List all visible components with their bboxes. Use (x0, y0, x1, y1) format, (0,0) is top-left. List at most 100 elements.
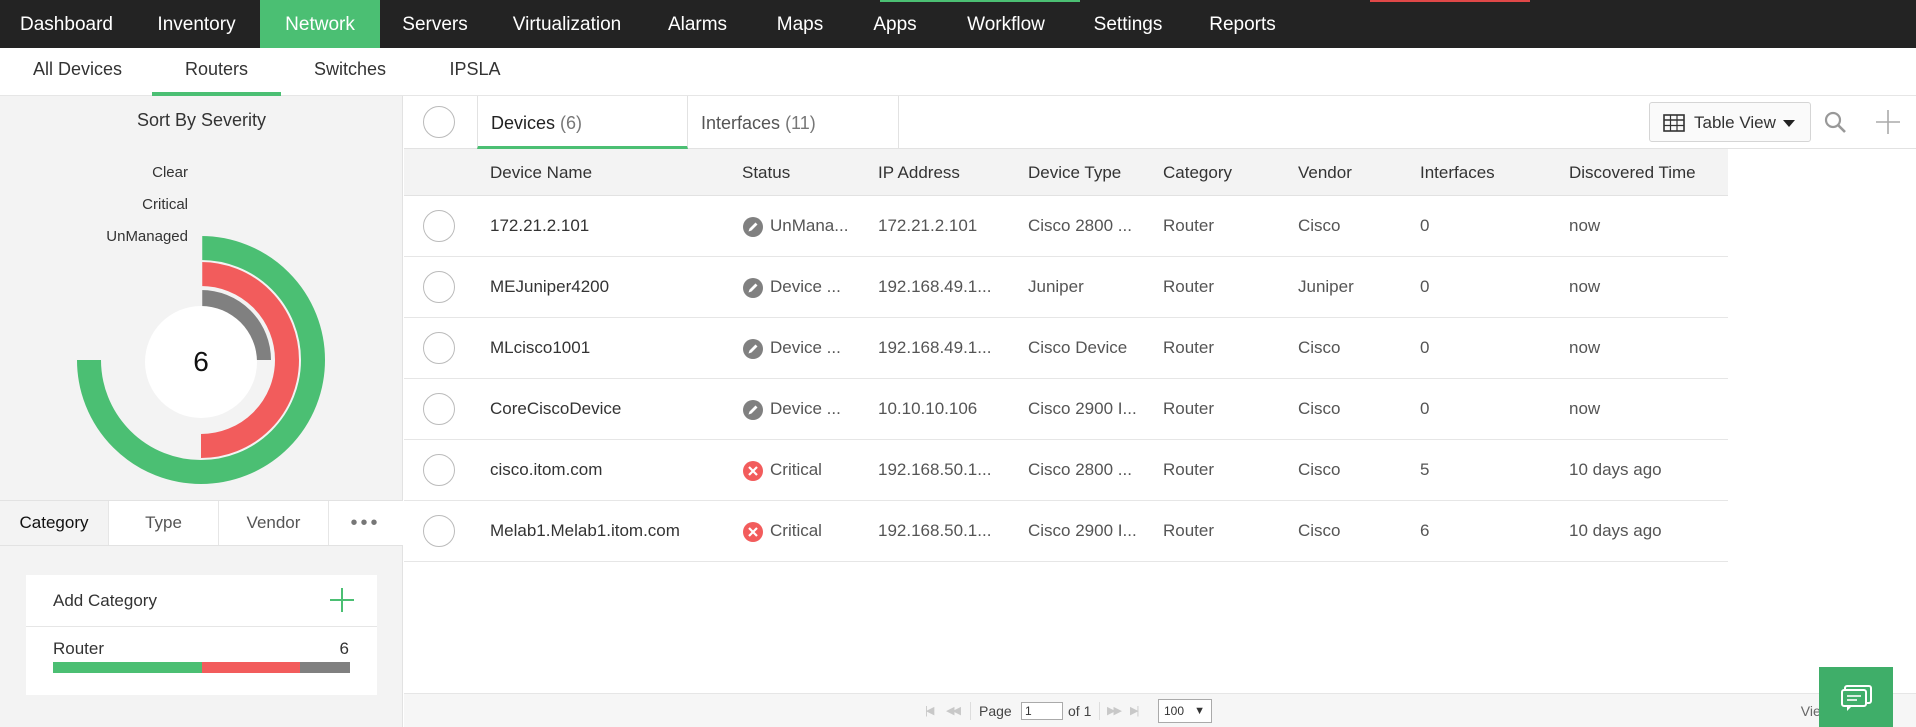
nav-inventory[interactable]: Inventory (133, 0, 260, 48)
table-row[interactable]: cisco.itom.com Critical 192.168.50.1... Cis… (404, 440, 1728, 501)
pager-divider (1099, 702, 1100, 720)
add-device-icon[interactable] (1874, 108, 1902, 136)
cell-device-name[interactable]: 172.21.2.101 (490, 216, 589, 236)
chat-icon (1841, 685, 1872, 711)
subnav-ipsla[interactable]: IPSLA (430, 48, 520, 96)
cell-device-type: Cisco 2800 ... (1028, 216, 1132, 235)
cell-vendor: Cisco (1298, 399, 1341, 418)
cell-discovered-time: now (1569, 338, 1601, 357)
cell-interfaces: 0 (1420, 338, 1430, 357)
status-strip-green (880, 0, 1080, 2)
cell-device-name[interactable]: CoreCiscoDevice (490, 399, 621, 419)
col-discovered-time[interactable]: Discovered Time (1569, 163, 1696, 183)
tab-devices[interactable]: Devices (6) (477, 96, 688, 149)
nav-dashboard[interactable]: Dashboard (0, 0, 133, 48)
nav-maps[interactable]: Maps (751, 0, 849, 48)
cell-interfaces: 5 (1420, 460, 1430, 479)
cell-device-name[interactable]: Melab1.Melab1.itom.com (490, 521, 680, 541)
category-router-label[interactable]: Router (53, 639, 104, 659)
cell-discovered-time: now (1569, 277, 1601, 296)
cell-interfaces: 0 (1420, 277, 1430, 296)
table-row[interactable]: MEJuniper4200 Device ... 192.168.49.1... Ju… (404, 257, 1728, 318)
last-page-icon[interactable]: ▶| (1130, 704, 1139, 717)
table-view-dropdown[interactable]: Table View (1649, 102, 1811, 142)
severity-title: Sort By Severity (136, 110, 267, 130)
subnav-switches[interactable]: Switches (300, 48, 400, 96)
row-select-checkbox[interactable] (423, 454, 455, 486)
col-status[interactable]: Status (742, 163, 790, 183)
cell-discovered-time: 10 days ago (1569, 460, 1662, 479)
table-row[interactable]: 172.21.2.101 UnMana... 172.21.2.101 Cisco 2… (404, 196, 1728, 257)
pencil-icon (743, 400, 763, 420)
category-tabs: Category Type Vendor ••• (0, 500, 403, 546)
caret-down-icon: ▼ (1194, 705, 1205, 717)
plus-icon[interactable] (327, 585, 357, 615)
tab-type[interactable]: Type (109, 501, 219, 545)
more-options-icon[interactable]: ••• (329, 501, 402, 545)
add-category-row[interactable]: Add Category (26, 575, 377, 627)
prev-page-icon[interactable]: ◀◀ (946, 704, 961, 717)
col-device-type[interactable]: Device Type (1028, 163, 1121, 183)
nav-settings[interactable]: Settings (1071, 0, 1185, 48)
cell-category: Router (1163, 216, 1215, 235)
subnav-routers[interactable]: Routers (152, 48, 281, 96)
cell-vendor: Cisco (1298, 216, 1341, 235)
cell-device-type: Juniper (1028, 277, 1084, 296)
row-select-checkbox[interactable] (423, 210, 455, 242)
nav-alarms[interactable]: Alarms (644, 0, 751, 48)
pager-divider (970, 702, 971, 720)
cell-ip-address: 10.10.10.106 (878, 399, 978, 418)
table-view-label: Table View (1694, 113, 1776, 132)
cell-device-name[interactable]: MLcisco1001 (490, 338, 590, 358)
search-icon[interactable] (1823, 110, 1847, 134)
cell-category: Router (1163, 399, 1215, 418)
nav-apps[interactable]: Apps (849, 0, 941, 48)
ring-label-clear[interactable]: Clear (68, 164, 188, 181)
row-select-checkbox[interactable] (423, 332, 455, 364)
tab-interfaces[interactable]: Interfaces (11) (688, 96, 899, 149)
tab-vendor[interactable]: Vendor (219, 501, 329, 545)
cell-device-type: Cisco 2900 I... (1028, 521, 1137, 540)
ring-label-unmanaged[interactable]: UnManaged (68, 228, 188, 245)
cell-category: Router (1163, 338, 1215, 357)
cell-ip-address: 192.168.50.1... (878, 460, 992, 479)
category-router-count: 6 (339, 639, 349, 658)
table-row[interactable]: Melab1.Melab1.itom.com Critical 192.168.50… (404, 501, 1728, 562)
nav-virtualization[interactable]: Virtualization (490, 0, 644, 48)
page-of-label: of 1 (1068, 703, 1092, 719)
tab-interfaces-label: Interfaces (701, 113, 781, 133)
cell-device-type: Cisco 2900 I... (1028, 399, 1137, 418)
nav-workflow[interactable]: Workflow (941, 0, 1071, 48)
table-row[interactable]: MLcisco1001 Device ... 192.168.49.1... Cisc… (404, 318, 1728, 379)
close-icon (743, 461, 763, 481)
ring-label-critical[interactable]: Critical (68, 196, 188, 213)
chat-button[interactable] (1819, 667, 1893, 727)
table-footer: |◀ ◀◀ Page 1 of 1 ▶▶ ▶| 100 ▼ View 1 - 6… (404, 693, 1916, 727)
nav-servers[interactable]: Servers (380, 0, 490, 48)
next-page-icon[interactable]: ▶▶ (1107, 704, 1122, 717)
tab-category[interactable]: Category (0, 501, 109, 545)
cell-ip-address: 172.21.2.101 (878, 216, 978, 235)
add-category-label: Add Category (53, 591, 157, 610)
cell-device-name[interactable]: MEJuniper4200 (490, 277, 609, 297)
col-interfaces[interactable]: Interfaces (1420, 163, 1495, 183)
page-number-input[interactable]: 1 (1021, 702, 1063, 720)
first-page-icon[interactable]: |◀ (925, 704, 934, 717)
col-device-name[interactable]: Device Name (490, 163, 592, 183)
nav-reports[interactable]: Reports (1185, 0, 1300, 48)
col-vendor[interactable]: Vendor (1298, 163, 1352, 183)
nav-network[interactable]: Network (260, 0, 380, 48)
col-ip-address[interactable]: IP Address (878, 163, 960, 183)
close-icon (743, 522, 763, 542)
row-select-checkbox[interactable] (423, 515, 455, 547)
col-category[interactable]: Category (1163, 163, 1232, 183)
row-select-checkbox[interactable] (423, 271, 455, 303)
cell-device-name[interactable]: cisco.itom.com (490, 460, 602, 480)
select-all-checkbox[interactable] (423, 106, 455, 138)
page-size-select[interactable]: 100 ▼ (1158, 699, 1212, 723)
cell-discovered-time: now (1569, 399, 1601, 418)
row-select-checkbox[interactable] (423, 393, 455, 425)
table-row[interactable]: CoreCiscoDevice Device ... 10.10.10.106 Cis… (404, 379, 1728, 440)
page-size-value: 100 (1164, 704, 1185, 718)
subnav-all-devices[interactable]: All Devices (20, 48, 135, 96)
